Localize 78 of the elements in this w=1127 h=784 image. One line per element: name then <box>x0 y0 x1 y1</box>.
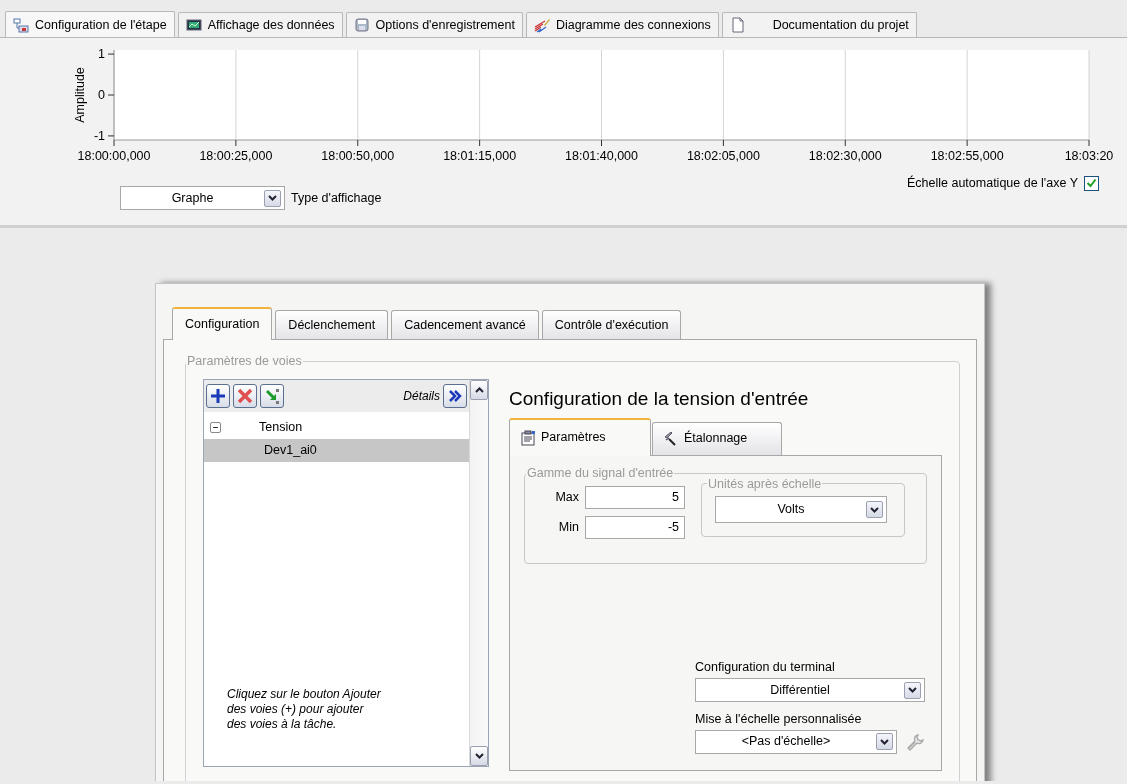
chevron-down-icon <box>880 738 889 745</box>
dropdown-value: Différentiel <box>769 681 831 699</box>
y-tick-label: -1 <box>93 128 105 143</box>
tab[interactable]: Documentation du projet <box>721 12 917 37</box>
pen-lines-icon <box>533 17 550 33</box>
document-icon <box>729 17 746 33</box>
axis-title: Amplitude <box>73 67 87 123</box>
group-title: Paramètres de voies <box>186 353 303 370</box>
chevron-down-icon <box>870 506 879 513</box>
field-label: Mise à l'échelle personnalisée <box>695 711 863 728</box>
dropdown[interactable]: Graphe <box>120 186 285 210</box>
dropdown[interactable]: Différentiel <box>695 678 925 702</box>
delete-button[interactable] <box>233 383 257 408</box>
tab[interactable]: Options d'enregistrement <box>345 12 523 37</box>
input-field[interactable]: 5 <box>585 485 685 509</box>
double-chevron-icon <box>447 387 463 404</box>
scroll-up-button[interactable] <box>470 379 488 400</box>
y-tick-label: 1 <box>98 47 105 62</box>
x-tick-label: 18:00:00,000 <box>77 149 151 163</box>
chevron-down-icon <box>474 752 484 759</box>
steps-icon <box>13 17 29 33</box>
move-button[interactable] <box>260 383 284 408</box>
tree-item[interactable]: Dev1_ai0 <box>204 438 469 462</box>
x-tick-label: 18:02:30,000 <box>808 149 882 163</box>
hint-text: Cliquez sur le bouton Ajouter des voies (+) pour ajouter des voies à la tâche. <box>227 686 382 732</box>
dropdown-arrow-button[interactable] <box>876 733 893 751</box>
x-tick-label: 18:02:55,000 <box>930 149 1004 163</box>
x-tick-label: 18:02:05,000 <box>686 149 760 163</box>
chevron-down-icon <box>908 687 917 693</box>
checkbox-label: Échelle automatique de l'axe Y <box>906 174 1078 192</box>
tab[interactable]: Cadencement avancé <box>391 310 539 339</box>
field-label: Max <box>554 488 579 506</box>
tab[interactable]: Étalonnage <box>652 421 782 455</box>
dropdown-value: Graphe <box>170 189 215 207</box>
tab[interactable]: Diagramme des connexions <box>525 12 719 37</box>
arrow-dots-icon <box>264 387 280 404</box>
check-icon <box>1086 178 1097 189</box>
field-label: Type d'affichage <box>291 189 382 207</box>
x-tick-label: 18:01:40,000 <box>565 149 638 163</box>
collapse-toggle[interactable] <box>210 421 221 433</box>
x-tick-label: 18:01:15,000 <box>443 149 517 163</box>
dropdown-arrow-button[interactable] <box>264 189 281 207</box>
scroll-down-button[interactable] <box>470 745 488 766</box>
tab[interactable]: Configuration de l'étape <box>5 11 175 38</box>
scrollbar[interactable] <box>469 379 488 766</box>
dropdown[interactable]: Volts <box>715 496 887 524</box>
field-label: Min <box>557 518 579 536</box>
chevron-down-icon <box>268 195 277 201</box>
x-tick-label: 18:00:25,000 <box>199 149 273 163</box>
field-label: Configuration du terminal <box>695 659 836 677</box>
monitor-icon <box>185 17 202 33</box>
group-title: Gamme du signal d'entrée <box>526 464 675 482</box>
add-button[interactable] <box>206 383 230 408</box>
tab[interactable]: Déclenchement <box>275 310 389 339</box>
group-title: Unités après échelle <box>707 475 823 493</box>
dropdown-value: Volts <box>776 501 806 519</box>
details-button[interactable] <box>443 383 467 408</box>
checkbox[interactable] <box>1084 175 1099 191</box>
wrench-icon <box>906 732 924 751</box>
y-tick-label: 0 <box>98 88 105 102</box>
chevron-up-icon <box>474 386 484 393</box>
x-tick-label: 18:03:20 <box>1064 149 1114 163</box>
dropdown-value: <Pas d'échelle> <box>740 733 832 751</box>
x-tick-label: 18:00:50,000 <box>321 149 395 163</box>
dropdown-arrow-button[interactable] <box>904 681 921 699</box>
input-field[interactable]: -5 <box>585 515 685 539</box>
tree-item[interactable]: Tension <box>204 415 469 439</box>
tab[interactable]: Paramètres <box>509 417 651 456</box>
panel-title: Configuration de la tension d'entrée <box>509 386 810 411</box>
details-label: Détails <box>403 387 440 405</box>
x-icon <box>237 387 253 404</box>
dropdown-arrow-button[interactable] <box>866 501 883 519</box>
plus-icon <box>210 387 226 404</box>
tab[interactable]: Contrôle d'exécution <box>541 310 682 339</box>
tab[interactable]: Configuration <box>172 307 273 340</box>
dropdown[interactable]: <Pas d'échelle> <box>695 729 897 754</box>
clipboard-icon <box>520 429 536 446</box>
tab[interactable]: Affichage des données <box>177 12 343 37</box>
